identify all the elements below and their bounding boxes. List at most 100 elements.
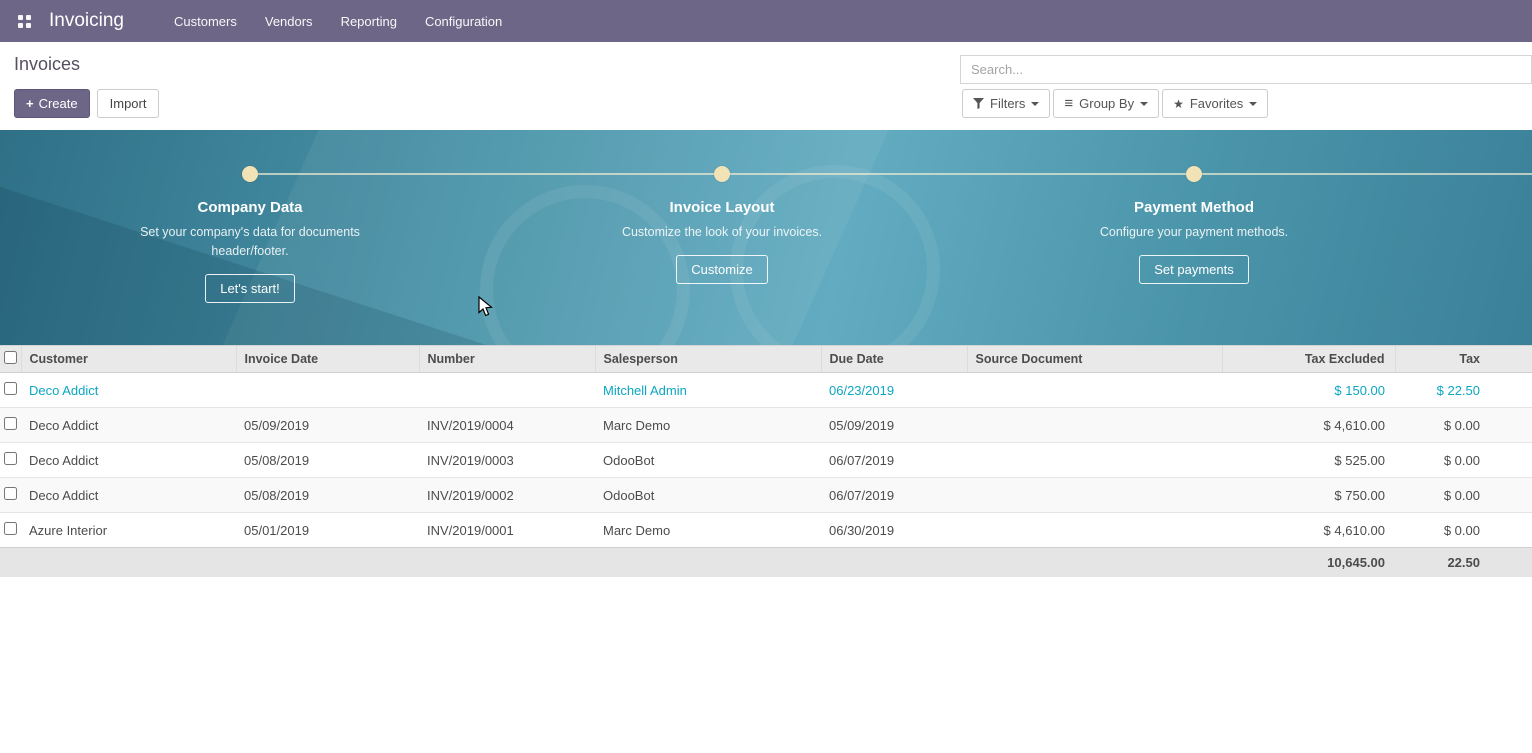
row-checkbox[interactable] [4,487,17,500]
lets-start-button[interactable]: Let's start! [205,274,295,303]
favorites-button[interactable]: Favorites [1162,89,1268,118]
header-customer[interactable]: Customer [21,346,236,373]
cell-due-date: 06/30/2019 [821,513,967,548]
table-row[interactable]: Azure Interior 05/01/2019 INV/2019/0001 … [0,513,1532,548]
chevron-down-icon [1140,102,1148,106]
cell-tax-excluded: $ 4,610.00 [1222,408,1395,443]
table-row[interactable]: Deco Addict Mitchell Admin 06/23/2019 $ … [0,373,1532,408]
onboarding-step-payment-method: Payment Method Configure your payment me… [1029,166,1359,284]
filter-icon [973,98,984,109]
cell-salesperson: OdooBot [595,443,821,478]
select-all-cell [0,346,21,373]
onboarding-banner: Company Data Set your company's data for… [0,130,1532,345]
cell-salesperson: Marc Demo [595,513,821,548]
row-checkbox[interactable] [4,452,17,465]
onboarding-step-company-data: Company Data Set your company's data for… [85,166,415,303]
cell-tax: $ 0.00 [1395,443,1532,478]
cell-due-date: 06/23/2019 [821,373,967,408]
cell-customer: Deco Addict [21,443,236,478]
table-row[interactable]: Deco Addict 05/08/2019 INV/2019/0003 Odo… [0,443,1532,478]
cell-tax: $ 0.00 [1395,513,1532,548]
app-title[interactable]: Invoicing [49,10,124,32]
create-button[interactable]: Create [14,89,90,118]
top-navbar: Invoicing Customers Vendors Reporting Co… [0,0,1532,42]
total-tax: 22.50 [1395,548,1532,578]
step-dot [714,166,730,182]
menu-customers[interactable]: Customers [174,14,237,29]
menu-configuration[interactable]: Configuration [425,14,502,29]
cell-customer: Deco Addict [21,408,236,443]
customize-button[interactable]: Customize [676,255,767,284]
cell-salesperson: OdooBot [595,478,821,513]
chevron-down-icon [1249,102,1257,106]
row-checkbox[interactable] [4,417,17,430]
main-menu: Customers Vendors Reporting Configuratio… [174,14,502,29]
plus-icon [26,96,39,111]
cell-number: INV/2019/0002 [419,478,595,513]
row-checkbox[interactable] [4,522,17,535]
cell-customer: Deco Addict [21,478,236,513]
step-description: Customize the look of your invoices. [622,223,822,242]
favorites-button-label: Favorites [1190,96,1243,111]
header-tax[interactable]: Tax [1395,346,1532,373]
favorites-icon [1173,96,1184,111]
header-tax-excluded[interactable]: Tax Excluded [1222,346,1395,373]
cell-invoice-date [236,373,419,408]
search-options: Filters Group By Favorites [962,89,1268,118]
cell-salesperson: Mitchell Admin [595,373,821,408]
group-by-icon [1064,96,1073,111]
header-number[interactable]: Number [419,346,595,373]
cell-source-document [967,478,1222,513]
set-payments-button[interactable]: Set payments [1139,255,1249,284]
total-tax-excluded: 10,645.00 [1222,548,1395,578]
group-by-button[interactable]: Group By [1053,89,1159,118]
cell-customer: Deco Addict [21,373,236,408]
create-button-label: Create [39,96,78,111]
cell-customer: Azure Interior [21,513,236,548]
header-due-date[interactable]: Due Date [821,346,967,373]
filters-button[interactable]: Filters [962,89,1050,118]
step-title: Invoice Layout [669,199,774,216]
step-title: Company Data [197,199,302,216]
select-all-checkbox[interactable] [4,351,17,364]
cell-tax: $ 0.00 [1395,408,1532,443]
table-header: Customer Invoice Date Number Salesperson… [0,346,1532,373]
cell-number [419,373,595,408]
cell-tax: $ 0.00 [1395,478,1532,513]
invoices-table: Customer Invoice Date Number Salesperson… [0,345,1532,577]
menu-reporting[interactable]: Reporting [341,14,397,29]
group-by-button-label: Group By [1079,96,1134,111]
step-dot [242,166,258,182]
import-button[interactable]: Import [97,89,160,118]
cell-tax: $ 22.50 [1395,373,1532,408]
header-salesperson[interactable]: Salesperson [595,346,821,373]
chevron-down-icon [1031,102,1039,106]
apps-menu-button[interactable] [14,11,35,32]
apps-grid-icon [18,15,23,20]
step-dot [1186,166,1202,182]
table-body: Deco Addict Mitchell Admin 06/23/2019 $ … [0,373,1532,548]
cell-number: INV/2019/0004 [419,408,595,443]
step-description: Set your company's data for documents he… [135,223,365,261]
search-input[interactable] [960,55,1532,84]
cell-tax-excluded: $ 750.00 [1222,478,1395,513]
cell-tax-excluded: $ 525.00 [1222,443,1395,478]
header-invoice-date[interactable]: Invoice Date [236,346,419,373]
cell-number: INV/2019/0001 [419,513,595,548]
row-checkbox[interactable] [4,382,17,395]
step-description: Configure your payment methods. [1100,223,1288,242]
cell-invoice-date: 05/09/2019 [236,408,419,443]
onboarding-step-invoice-layout: Invoice Layout Customize the look of you… [557,166,887,284]
table-row[interactable]: Deco Addict 05/09/2019 INV/2019/0004 Mar… [0,408,1532,443]
menu-vendors[interactable]: Vendors [265,14,313,29]
table-footer: 10,645.00 22.50 [0,548,1532,578]
cell-salesperson: Marc Demo [595,408,821,443]
cell-tax-excluded: $ 4,610.00 [1222,513,1395,548]
control-panel: Invoices Create Import Filters Group By … [0,42,1532,130]
cell-invoice-date: 05/08/2019 [236,478,419,513]
table-row[interactable]: Deco Addict 05/08/2019 INV/2019/0002 Odo… [0,478,1532,513]
header-source-document[interactable]: Source Document [967,346,1222,373]
cell-source-document [967,513,1222,548]
cell-number: INV/2019/0003 [419,443,595,478]
cell-due-date: 06/07/2019 [821,443,967,478]
